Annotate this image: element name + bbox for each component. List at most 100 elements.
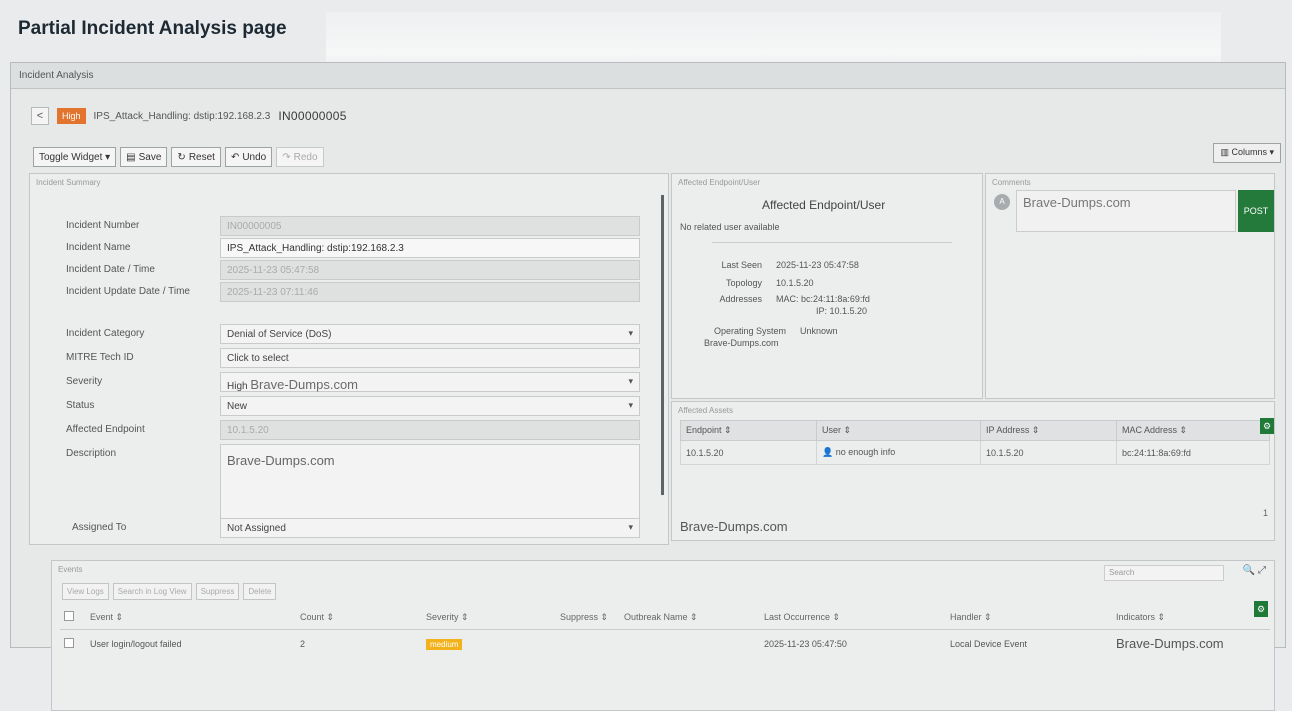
post-button[interactable]: POST: [1238, 190, 1274, 232]
mac-value: MAC: bc:24:11:8a:69:fd: [776, 294, 870, 304]
mitre-label: MITRE Tech ID: [66, 352, 134, 363]
no-user-text: No related user available: [680, 222, 780, 232]
status-row: Status New: [30, 396, 668, 416]
save-label: Save: [138, 151, 162, 163]
panel-resize-handle[interactable]: [661, 195, 664, 495]
col-suppress[interactable]: Suppress ⇕: [556, 605, 620, 630]
page-heading: Partial Incident Analysis page: [18, 18, 287, 39]
view-logs-button[interactable]: View Logs: [62, 583, 109, 600]
events-gear-icon[interactable]: ⚙: [1254, 601, 1268, 617]
col-handler[interactable]: Handler ⇕: [946, 605, 1112, 630]
affected-endpoint-field: 10.1.5.20: [220, 420, 640, 440]
incident-analysis-window: Incident Analysis < High IPS_Attack_Hand…: [10, 62, 1286, 711]
comment-input[interactable]: Brave-Dumps.com: [1016, 190, 1236, 232]
addresses-row: Addresses MAC: bc:24:11:8a:69:fd: [672, 294, 870, 304]
assets-gear-icon[interactable]: ⚙: [1260, 418, 1274, 434]
incident-category-label: Incident Category: [66, 328, 145, 339]
col-endpoint[interactable]: Endpoint ⇕: [680, 420, 817, 441]
col-last-occurrence[interactable]: Last Occurrence ⇕: [760, 605, 946, 630]
affected-endpoint-panel: Affected Endpoint/User Affected Endpoint…: [671, 173, 983, 399]
incident-category-select[interactable]: Denial of Service (DoS): [220, 324, 640, 344]
select-all-checkbox[interactable]: [64, 611, 74, 621]
incident-date-row: Incident Date / Time 2025-11-23 05:47:58: [30, 260, 668, 280]
undo-button[interactable]: ↶ Undo: [224, 147, 273, 167]
col-indicators[interactable]: Indicators ⇕: [1112, 605, 1270, 630]
reset-button[interactable]: ↻ Reset: [171, 147, 221, 167]
expand-icon[interactable]: ⤢: [1258, 565, 1266, 576]
affected-assets-panel: Affected Assets Endpoint ⇕ User ⇕ IP Add…: [671, 401, 1275, 541]
event-suppress: [556, 630, 620, 658]
severity-value: High: [227, 381, 248, 392]
columns-icon: ▥: [1220, 147, 1232, 157]
comments-panel: Comments A Brave-Dumps.com POST: [985, 173, 1275, 399]
last-seen-label: Last Seen: [721, 260, 762, 270]
incident-header: < High IPS_Attack_Handling: dstip:192.16…: [31, 107, 347, 125]
columns-label: Columns ▾: [1231, 147, 1274, 157]
events-search-input[interactable]: Search: [1104, 565, 1224, 581]
os-value: Unknown: [800, 326, 838, 336]
undo-icon: ↶: [230, 151, 240, 163]
topology-label: Topology: [725, 278, 762, 288]
incident-summary-panel: Incident Summary Incident Number IN00000…: [29, 173, 669, 545]
delete-button[interactable]: Delete: [243, 583, 277, 600]
event-name: User login/logout failed: [90, 638, 182, 649]
severity-select[interactable]: High Brave-Dumps.com: [220, 372, 640, 392]
incident-number-label: Incident Number: [66, 220, 140, 231]
col-ip[interactable]: IP Address ⇕: [980, 420, 1117, 441]
os-label: Operating System: [713, 326, 786, 336]
assets-page-number: 1: [1262, 508, 1268, 518]
event-last-occurrence: 2025-11-23 05:47:50: [764, 638, 847, 649]
table-row[interactable]: User login/logout failed 2 medium 2025-1…: [60, 630, 1270, 658]
asset-mac: bc:24:11:8a:69:fd: [1116, 440, 1270, 465]
event-handler-link[interactable]: Local Device Event: [946, 630, 1112, 658]
assets-table: Endpoint ⇕ User ⇕ IP Address ⇕ MAC Addre…: [680, 420, 1270, 465]
col-count[interactable]: Count ⇕: [296, 605, 422, 630]
suppress-button[interactable]: Suppress: [195, 583, 240, 600]
mitre-row: MITRE Tech ID Click to select: [30, 348, 668, 368]
affected-endpoint-row: Affected Endpoint 10.1.5.20: [30, 420, 668, 440]
redo-button[interactable]: ↷ Redo: [276, 147, 324, 167]
status-select[interactable]: New: [220, 396, 640, 416]
incident-update-label: Incident Update Date / Time: [66, 286, 190, 297]
assigned-to-select[interactable]: Not Assigned: [220, 518, 640, 538]
reset-icon: ↻: [177, 151, 186, 163]
redo-icon: ↷: [282, 151, 291, 163]
asset-user-cell: 👤 no enough info: [816, 440, 981, 465]
assets-caption: Affected Assets: [678, 406, 733, 415]
ip-value: IP: 10.1.5.20: [816, 306, 868, 316]
toggle-widget-button[interactable]: Toggle Widget ▾: [33, 147, 117, 167]
incident-update-row: Incident Update Date / Time 2025-11-23 0…: [30, 282, 668, 316]
incident-name-row: Incident Name IPS_Attack_Handling: dstip…: [30, 238, 668, 258]
col-user[interactable]: User ⇕: [816, 420, 981, 441]
os-row: Operating System Unknown: [672, 326, 838, 336]
assigned-to-row: Assigned To Not Assigned: [30, 514, 668, 538]
mitre-tech-field[interactable]: Click to select: [220, 348, 640, 368]
topology-value: 10.1.5.20: [776, 278, 814, 288]
save-button[interactable]: ▤ Save: [120, 147, 168, 167]
col-outbreak[interactable]: Outbreak Name ⇕: [620, 605, 760, 630]
incident-name-field[interactable]: IPS_Attack_Handling: dstip:192.168.2.3: [220, 238, 640, 258]
topology-row: Topology 10.1.5.20: [672, 278, 814, 288]
col-severity[interactable]: Severity ⇕: [422, 605, 556, 630]
save-icon: ▤: [126, 151, 136, 163]
incident-summary-caption: Incident Summary: [36, 178, 101, 187]
search-log-view-button[interactable]: Search in Log View: [112, 583, 192, 600]
reset-label: Reset: [188, 151, 215, 163]
col-event[interactable]: Event ⇕: [86, 605, 296, 630]
row-checkbox[interactable]: [64, 637, 74, 648]
assets-watermark: Brave-Dumps.com: [680, 519, 788, 534]
endpoint-title: Affected Endpoint/User: [762, 198, 886, 212]
events-toolbar: View Logs Search in Log View Suppress De…: [62, 583, 277, 600]
user-icon: 👤: [822, 447, 834, 457]
incident-title: IPS_Attack_Handling: dstip:192.168.2.3: [93, 110, 271, 122]
status-label: Status: [66, 400, 95, 411]
redo-label: Redo: [293, 151, 318, 163]
columns-button[interactable]: ▥ Columns ▾: [1213, 143, 1281, 163]
endpoint-caption: Affected Endpoint/User: [678, 178, 761, 187]
search-icon[interactable]: 🔍: [1243, 565, 1255, 576]
event-indicators: Brave-Dumps.com: [1116, 636, 1224, 651]
col-mac[interactable]: MAC Address ⇕: [1116, 420, 1270, 441]
table-row[interactable]: 10.1.5.20 👤 no enough info 10.1.5.20 bc:…: [680, 440, 1270, 465]
back-button[interactable]: <: [31, 107, 49, 125]
severity-row: Severity High Brave-Dumps.com: [30, 372, 668, 392]
